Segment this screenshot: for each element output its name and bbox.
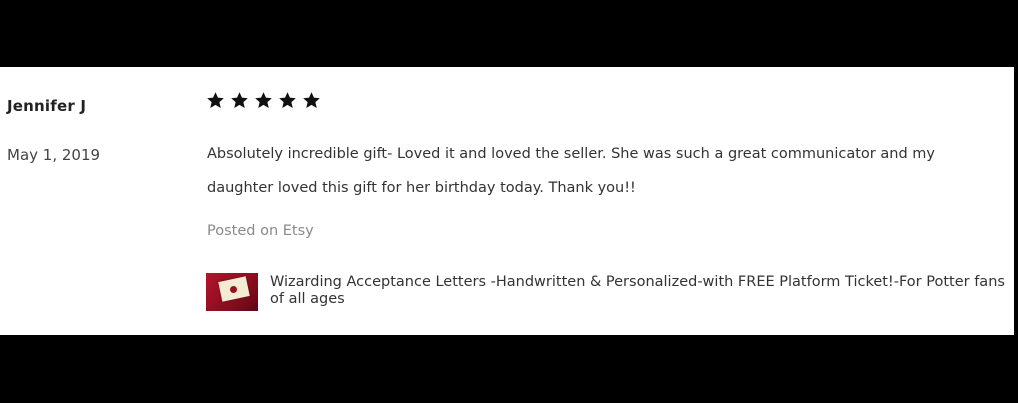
product-title[interactable]: Wizarding Acceptance Letters -Handwritte… xyxy=(270,273,1006,308)
bottom-black-bar xyxy=(0,335,1018,403)
star-icon xyxy=(278,91,297,110)
star-icon xyxy=(302,91,321,110)
posted-on-label: Posted on Etsy xyxy=(207,223,314,239)
review-card: Jennifer J May 1, 2019 Absolutely incred… xyxy=(0,67,1014,335)
review-date: May 1, 2019 xyxy=(7,146,101,164)
reviewed-product-link[interactable]: Wizarding Acceptance Letters -Handwritte… xyxy=(206,273,1006,311)
star-rating xyxy=(206,91,321,110)
review-text: Absolutely incredible gift- Loved it and… xyxy=(207,146,935,196)
star-icon xyxy=(230,91,249,110)
reviewer-name[interactable]: Jennifer J xyxy=(7,97,86,115)
star-icon xyxy=(254,91,273,110)
right-black-edge xyxy=(1014,67,1018,335)
star-icon xyxy=(206,91,225,110)
top-black-bar xyxy=(0,0,1018,67)
product-thumbnail[interactable] xyxy=(206,273,258,311)
wax-seal-image xyxy=(230,286,237,293)
